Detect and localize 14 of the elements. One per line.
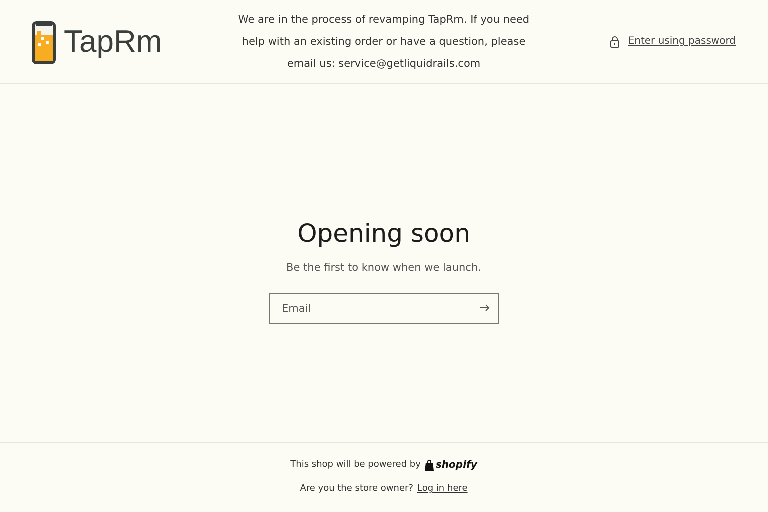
- logo-text: TapRm: [64, 26, 162, 57]
- owner-question-text: Are you the store owner?: [300, 483, 414, 496]
- subtitle-text: Be the first to know when we launch.: [286, 261, 482, 276]
- login-link[interactable]: Log in here: [418, 483, 468, 497]
- logo-glass-icon: [32, 18, 56, 64]
- powered-by-text: This shop will be powered by: [290, 459, 421, 472]
- page-title: Opening soon: [298, 218, 470, 250]
- email-field[interactable]: Email: [269, 293, 499, 324]
- shopping-bag-icon: [424, 460, 434, 472]
- lock-icon: [610, 36, 620, 48]
- password-link[interactable]: Enter using password: [536, 34, 736, 49]
- shopify-logo[interactable]: shopify: [424, 458, 478, 474]
- announcement-text: We are in the process of revamping TapRm. If you need help with an existing order or have a question, please email us: service@getliquidrails.com: [237, 12, 531, 72]
- arrow-right-icon[interactable]: [480, 304, 490, 312]
